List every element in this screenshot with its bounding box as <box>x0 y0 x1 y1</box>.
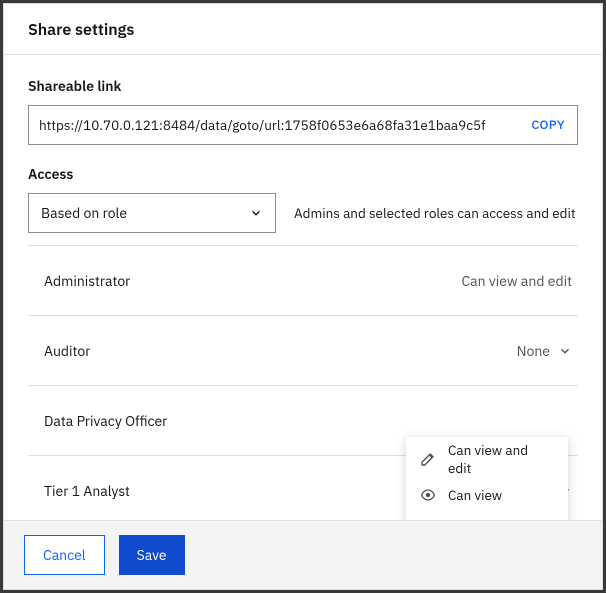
access-row: Based on role Admins and selected roles … <box>28 193 578 233</box>
permission-option-can-view[interactable]: Can view <box>406 477 568 513</box>
shareable-link-field: COPY <box>28 105 578 145</box>
copy-button[interactable]: COPY <box>523 117 577 133</box>
access-description: Admins and selected roles can access and… <box>294 204 578 222</box>
role-permission: Can view and edit <box>461 272 572 290</box>
permission-option-label: Can view <box>448 486 502 504</box>
chevron-down-icon <box>249 206 263 220</box>
cancel-button[interactable]: Cancel <box>24 535 105 575</box>
save-button[interactable]: Save <box>119 535 185 575</box>
eye-icon <box>420 487 436 503</box>
role-name: Tier 1 Analyst <box>44 482 130 500</box>
role-row-administrator: Administrator Can view and edit <box>28 246 578 316</box>
modal-body-wrap: Shareable link COPY Access Based on role… <box>4 55 602 520</box>
access-mode-value: Based on role <box>41 204 127 222</box>
modal-footer: Cancel Save <box>4 520 602 589</box>
permission-menu: Can view and edit Can view None <box>406 437 568 520</box>
permission-option-none[interactable]: None <box>406 513 568 520</box>
role-name: Auditor <box>44 342 90 360</box>
modal-header: Share settings <box>4 4 602 55</box>
modal-title: Share settings <box>28 20 578 40</box>
role-name: Data Privacy Officer <box>44 412 167 430</box>
access-label: Access <box>28 165 578 183</box>
permission-option-can-view-and-edit[interactable]: Can view and edit <box>406 441 568 477</box>
role-permission-dropdown[interactable]: None <box>517 342 572 360</box>
pencil-icon <box>420 451 436 467</box>
share-settings-modal: Share settings Shareable link COPY Acces… <box>3 3 603 590</box>
role-row-auditor: Auditor None <box>28 316 578 386</box>
chevron-down-icon <box>558 344 572 358</box>
access-mode-select[interactable]: Based on role <box>28 193 276 233</box>
role-name: Administrator <box>44 272 130 290</box>
shareable-link-label: Shareable link <box>28 77 578 95</box>
shareable-link-input[interactable] <box>29 106 523 144</box>
permission-option-label: Can view and edit <box>448 441 554 477</box>
